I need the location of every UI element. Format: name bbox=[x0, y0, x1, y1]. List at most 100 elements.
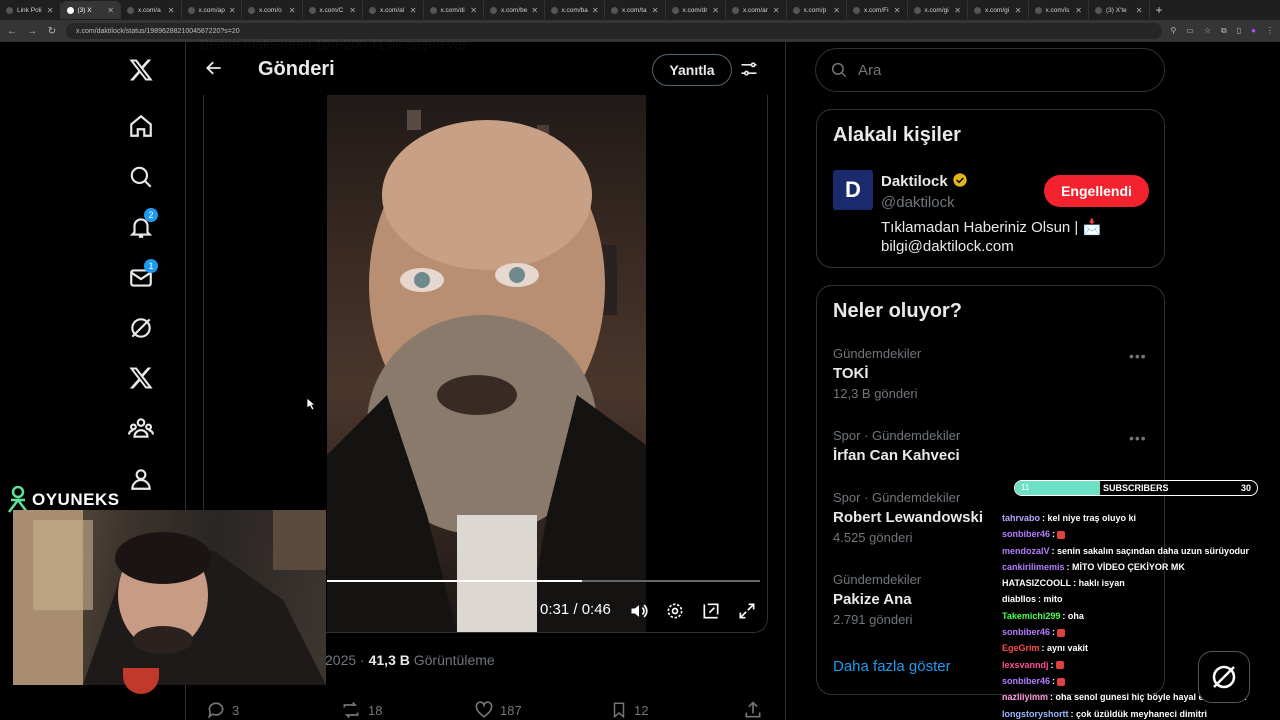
trend-item[interactable]: Spor · Gündemdekiler İrfan Can Kahveci bbox=[833, 428, 960, 464]
chat-text: : bbox=[1052, 529, 1056, 540]
browser-tab[interactable]: x.com/gi ✕ bbox=[968, 1, 1029, 19]
picture-in-picture-icon[interactable] bbox=[701, 601, 721, 626]
browser-tab[interactable]: x.com/Fi ✕ bbox=[847, 1, 908, 19]
search-input[interactable]: Ara bbox=[815, 48, 1165, 92]
chat-username[interactable]: Takemichi299 bbox=[1002, 611, 1060, 621]
more-options-icon[interactable]: ••• bbox=[1129, 348, 1147, 364]
reply-button[interactable]: Yanıtla bbox=[652, 54, 732, 86]
chat-username[interactable]: sonbiber46 bbox=[1002, 676, 1050, 686]
back-icon[interactable]: ← bbox=[6, 26, 18, 37]
filter-sliders-icon[interactable] bbox=[739, 59, 759, 84]
close-icon[interactable]: ✕ bbox=[168, 6, 175, 15]
close-icon[interactable]: ✕ bbox=[470, 6, 477, 15]
close-icon[interactable]: ✕ bbox=[410, 6, 417, 15]
browser-tab[interactable]: x.com/dr ✕ bbox=[666, 1, 726, 19]
close-icon[interactable]: ✕ bbox=[289, 6, 296, 15]
close-icon[interactable]: ✕ bbox=[652, 6, 659, 15]
notifications-icon[interactable]: 2 bbox=[126, 208, 158, 242]
browser-tab[interactable]: x.com/p ✕ bbox=[787, 1, 847, 19]
trend-item[interactable]: Spor · Gündemdekiler Robert Lewandowski … bbox=[833, 490, 983, 545]
browser-tab[interactable]: x.com/a ✕ bbox=[121, 1, 182, 19]
browser-tab[interactable]: x.com/ta ✕ bbox=[605, 1, 666, 19]
chat-username[interactable]: tahrvabo bbox=[1002, 513, 1040, 523]
tab-favicon-icon bbox=[490, 6, 497, 14]
chat-username[interactable]: nazliiyimm bbox=[1002, 692, 1048, 702]
close-icon[interactable]: ✕ bbox=[47, 6, 54, 15]
volume-icon[interactable] bbox=[629, 601, 649, 626]
bookmark-star-icon[interactable]: ☆ bbox=[1204, 26, 1211, 36]
profile-icon[interactable]: ● bbox=[1251, 26, 1256, 36]
reload-icon[interactable]: ↻ bbox=[46, 26, 58, 37]
home-icon[interactable] bbox=[126, 111, 156, 141]
browser-tab[interactable]: x.com/C ✕ bbox=[303, 1, 363, 19]
browser-tab[interactable]: x.com/di ✕ bbox=[424, 1, 484, 19]
forward-icon[interactable]: → bbox=[26, 26, 38, 37]
browser-tab[interactable]: x.com/ba ✕ bbox=[545, 1, 605, 19]
new-tab-button[interactable]: + bbox=[1150, 3, 1163, 17]
chat-username[interactable]: lexsvanndj bbox=[1002, 660, 1049, 670]
close-icon[interactable]: ✕ bbox=[531, 6, 538, 15]
related-people-title: Alakalı kişiler bbox=[833, 124, 961, 146]
sidepanel-icon[interactable]: ▯ bbox=[1237, 26, 1241, 36]
account-avatar[interactable]: D bbox=[833, 170, 873, 210]
fullscreen-icon[interactable] bbox=[737, 601, 757, 626]
search-icon[interactable] bbox=[126, 162, 156, 192]
close-icon[interactable]: ✕ bbox=[349, 6, 356, 15]
browser-tab[interactable]: x.com/is ✕ bbox=[1029, 1, 1089, 19]
extensions-icon[interactable]: ⧉ bbox=[1221, 26, 1227, 36]
cast-icon[interactable]: ▭ bbox=[1186, 26, 1194, 36]
close-icon[interactable]: ✕ bbox=[592, 6, 599, 15]
close-icon[interactable]: ✕ bbox=[1075, 6, 1082, 15]
chat-username[interactable]: sonbiber46 bbox=[1002, 529, 1050, 539]
close-icon[interactable]: ✕ bbox=[1136, 6, 1143, 15]
settings-gear-icon[interactable] bbox=[665, 601, 685, 626]
x-logo-icon[interactable] bbox=[126, 55, 156, 85]
tab-label: x.com/C bbox=[319, 6, 344, 14]
close-icon[interactable]: ✕ bbox=[229, 6, 236, 15]
bookmark-action[interactable]: 12 bbox=[610, 700, 648, 720]
profile-icon[interactable] bbox=[126, 464, 156, 494]
trend-item[interactable]: Gündemdekiler TOKİ 12,3 B gönderi bbox=[833, 346, 921, 401]
back-arrow-icon[interactable] bbox=[204, 58, 224, 83]
communities-icon[interactable] bbox=[126, 413, 156, 443]
browser-tab[interactable]: x.com/o ✕ bbox=[242, 1, 303, 19]
repost-action[interactable]: 18 bbox=[340, 700, 382, 720]
browser-tab-active[interactable]: (3) X ✕ bbox=[60, 1, 121, 19]
chat-username[interactable]: mendozalV bbox=[1002, 546, 1050, 556]
close-icon[interactable]: ✕ bbox=[833, 6, 840, 15]
browser-tab[interactable]: x.com/ap ✕ bbox=[182, 1, 242, 19]
share-action[interactable] bbox=[743, 700, 763, 720]
more-options-icon[interactable]: ••• bbox=[1129, 430, 1147, 446]
browser-tab[interactable]: x.com/be ✕ bbox=[484, 1, 545, 19]
chat-username[interactable]: longstoryshortt bbox=[1002, 709, 1069, 719]
premium-x-icon[interactable] bbox=[126, 363, 156, 393]
zoom-icon[interactable]: ⚲ bbox=[1170, 26, 1176, 36]
close-icon[interactable]: ✕ bbox=[1015, 6, 1022, 15]
chat-username[interactable]: sonbiber46 bbox=[1002, 627, 1050, 637]
trend-item[interactable]: Gündemdekiler Pakize Ana 2.791 gönderi bbox=[833, 572, 921, 627]
account-handle[interactable]: @daktilock bbox=[881, 194, 955, 211]
blocked-button[interactable]: Engellendi bbox=[1044, 175, 1149, 207]
chat-username[interactable]: cankirilimemis bbox=[1002, 562, 1065, 572]
browser-tab[interactable]: (3) X'te ✕ bbox=[1089, 1, 1150, 19]
browser-tab[interactable]: x.com/gi ✕ bbox=[908, 1, 968, 19]
chat-username[interactable]: HATASIZCOOLL bbox=[1002, 578, 1071, 588]
like-action[interactable]: 187 bbox=[474, 700, 522, 720]
close-icon[interactable]: ✕ bbox=[712, 6, 719, 15]
close-icon[interactable]: ✕ bbox=[954, 6, 961, 15]
show-more-link[interactable]: Daha fazla göster bbox=[833, 658, 951, 675]
grok-float-button[interactable] bbox=[1198, 651, 1250, 703]
browser-tab[interactable]: x.com/ar ✕ bbox=[726, 1, 787, 19]
chat-username[interactable]: diabllos bbox=[1002, 594, 1036, 604]
grok-icon[interactable] bbox=[126, 313, 156, 343]
reply-action[interactable]: 3 bbox=[206, 700, 239, 720]
browser-tab[interactable]: Link Poli ✕ bbox=[0, 1, 61, 19]
menu-icon[interactable]: ⋮ bbox=[1266, 26, 1274, 36]
close-icon[interactable]: ✕ bbox=[894, 6, 901, 15]
account-name[interactable]: Daktilock bbox=[881, 172, 968, 190]
chat-username[interactable]: EgeGrim bbox=[1002, 643, 1040, 653]
browser-tab[interactable]: x.com/al ✕ bbox=[363, 1, 424, 19]
messages-icon[interactable]: 1 bbox=[126, 259, 158, 293]
close-icon[interactable]: ✕ bbox=[107, 6, 114, 15]
close-icon[interactable]: ✕ bbox=[773, 6, 780, 15]
